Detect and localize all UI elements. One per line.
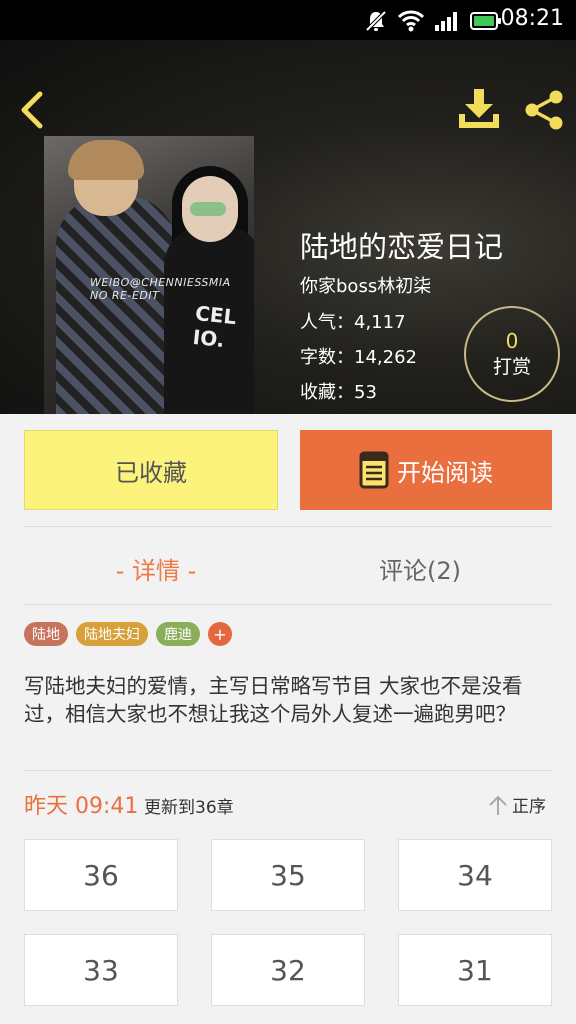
book-author[interactable]: 你家boss林初柒 [300,272,431,298]
start-reading-label: 开始阅读 [397,458,493,487]
status-time: 08:21 [500,6,564,31]
share-icon [525,90,563,130]
start-reading-button[interactable]: 开始阅读 [300,430,552,510]
favorited-button[interactable]: 已收藏 [24,430,278,510]
favorited-label: 已收藏 [115,458,187,487]
download-icon [459,89,499,128]
download-button[interactable] [456,86,502,132]
chapter-button[interactable]: 34 [398,839,552,911]
popularity-stat: 人气：4,117 [300,312,406,333]
tag-chip[interactable]: 鹿迪 [156,622,200,646]
sort-order-label: 正序 [512,797,546,817]
book-title: 陆地的恋爱日记 [300,230,504,264]
chapter-button[interactable]: 33 [24,934,178,1006]
battery-icon [470,12,501,30]
reward-button[interactable]: 0 打赏 [464,306,560,402]
cover-watermark: WEIBO@CHENNIESSMIA NO RE-EDIT [90,276,231,302]
mute-icon [365,10,387,32]
back-button[interactable] [14,90,50,130]
word-count-stat: 字数：14,262 [300,347,417,368]
chevron-left-icon [21,91,43,129]
tag-list: 陆地 陆地夫妇 鹿迪 + [24,622,232,646]
tag-chip[interactable]: 陆地 [24,622,68,646]
arrow-up-icon [489,795,507,815]
sort-order-button[interactable]: 正序 [488,792,546,817]
divider [24,770,552,771]
reward-count: 0 [505,329,519,353]
cover-shirt-text: CEL IO. [191,300,238,353]
divider [24,526,552,527]
chapter-button[interactable]: 31 [398,934,552,1006]
tab-comments[interactable]: 评论(2) [288,548,552,588]
update-time: 昨天 09:41 [24,794,139,819]
update-info: 更新到36章 [144,798,234,818]
book-icon [359,451,389,489]
share-button[interactable] [522,88,566,132]
divider [24,604,552,605]
book-cover: WEIBO@CHENNIESSMIA NO RE-EDIT CEL IO. [44,136,254,414]
wifi-icon [398,10,424,32]
chapter-button[interactable]: 36 [24,839,178,911]
chapter-button[interactable]: 32 [211,934,365,1006]
book-header: WEIBO@CHENNIESSMIA NO RE-EDIT CEL IO. 陆地… [0,40,576,414]
status-bar: 08:21 [0,0,576,40]
signal-icon [435,12,457,31]
book-synopsis: 写陆地夫妇的爱情，主写日常略写节目 大家也不是没看过，相信大家也不想让我这个局外… [24,674,523,726]
tab-detail[interactable]: - 详情 - [24,548,288,588]
tag-chip[interactable]: 陆地夫妇 [76,622,148,646]
favorites-stat: 收藏：53 [300,382,377,403]
chapter-button[interactable]: 35 [211,839,365,911]
reward-label: 打赏 [492,356,531,378]
add-tag-button[interactable]: + [208,622,232,646]
